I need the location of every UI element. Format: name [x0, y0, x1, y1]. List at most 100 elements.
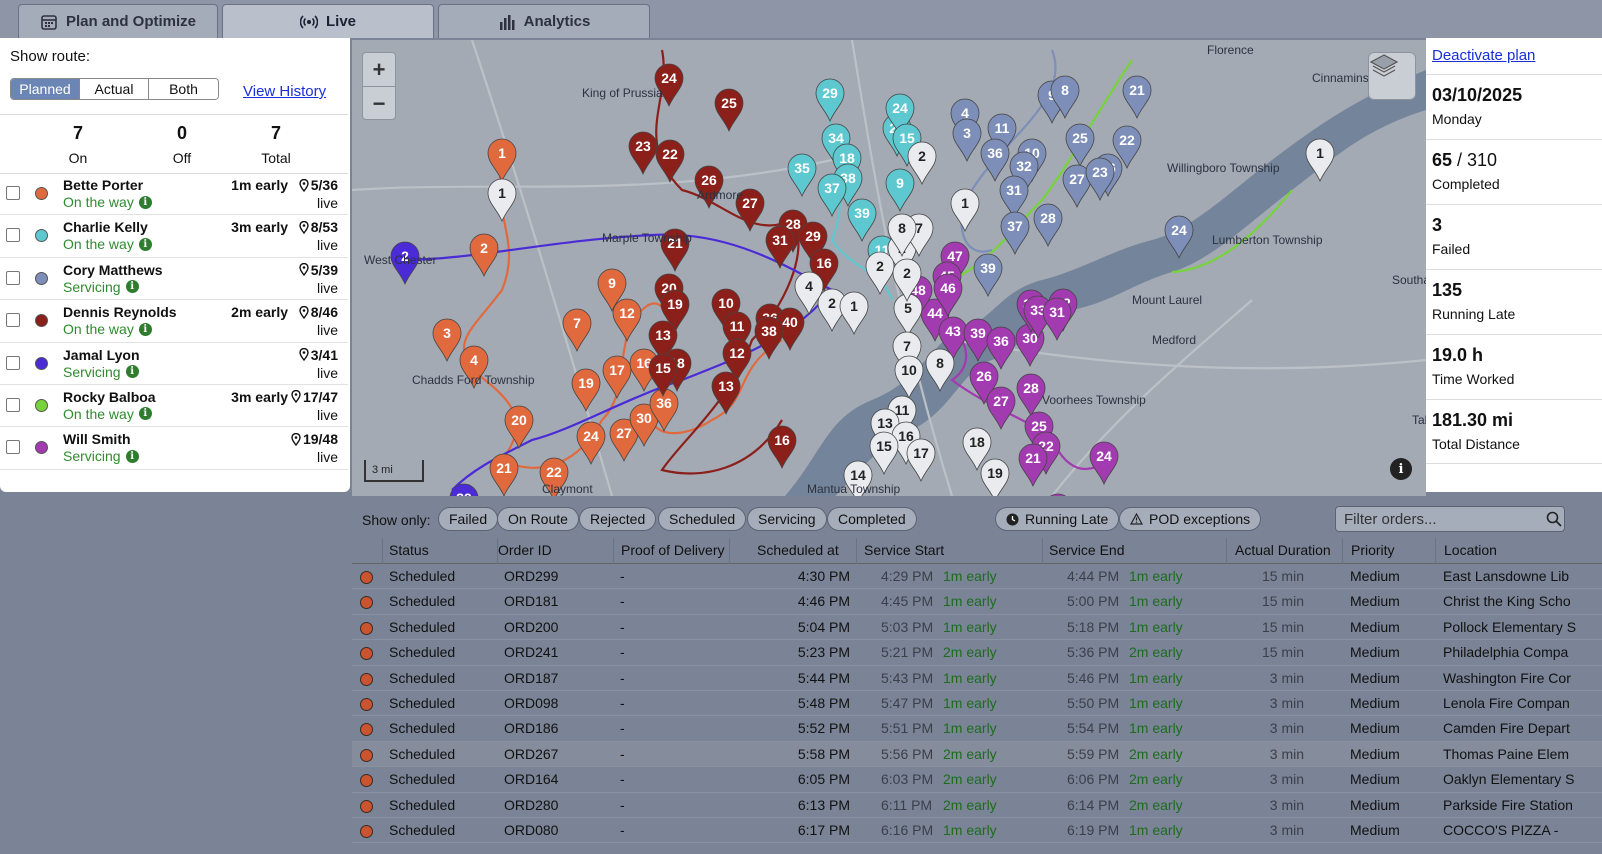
deactivate-plan-link[interactable]: Deactivate plan — [1432, 47, 1535, 64]
column-separator[interactable] — [1342, 538, 1343, 564]
cell-service-end-early: 1m early — [1129, 593, 1183, 610]
table-row[interactable]: Scheduled ORD181 - 4:46 PM 4:45 PM 1m early 5:… — [352, 589, 1602, 615]
driver-checkbox[interactable] — [6, 313, 20, 328]
driver-checkbox[interactable] — [6, 440, 20, 455]
table-row[interactable]: Scheduled ORD267 - 5:58 PM 5:56 PM 2m early 5:… — [352, 741, 1602, 768]
stop-number: 1 — [498, 185, 506, 201]
driver-row[interactable]: Rocky Balboa On the way i 3m early 17/47 live — [0, 385, 348, 428]
table-row[interactable]: Scheduled ORD241 - 5:23 PM 5:21 PM 2m early 5:… — [352, 640, 1602, 666]
driver-row[interactable]: Cory Matthews Servicing i 5/39 live — [0, 258, 348, 301]
cell-service-start-early: 1m early — [943, 821, 997, 838]
column-separator[interactable] — [613, 538, 614, 564]
table-row[interactable]: Scheduled ORD186 - 5:52 PM 5:51 PM 1m early 5:… — [352, 716, 1602, 742]
cell-service-end: 6:14 PM — [1067, 796, 1120, 813]
column-header[interactable]: Status — [389, 542, 429, 558]
driver-checkbox[interactable] — [6, 270, 20, 285]
info-icon[interactable]: i — [125, 365, 139, 379]
driver-stops-count: 8/46 — [310, 304, 338, 321]
driver-checkbox[interactable] — [6, 355, 20, 370]
tab-plan-and-optimize[interactable]: Plan and Optimize — [18, 4, 218, 38]
info-icon[interactable]: i — [125, 449, 139, 463]
route-option-both[interactable]: Both — [149, 79, 218, 99]
column-separator[interactable] — [856, 538, 857, 564]
column-header[interactable]: Order ID — [498, 542, 552, 558]
column-separator[interactable] — [1226, 538, 1227, 564]
table-row[interactable]: Scheduled ORD098 - 5:48 PM 5:47 PM 1m early 5:… — [352, 691, 1602, 717]
table-row[interactable]: Scheduled ORD164 - 6:05 PM 6:03 PM 2m early 6:… — [352, 767, 1602, 793]
cell-service-end-early: 1m early — [1129, 618, 1183, 635]
view-history-link[interactable]: View History — [243, 83, 326, 100]
cell-location: East Lansdowne Lib — [1443, 568, 1570, 584]
status-dot — [360, 799, 373, 813]
table-row[interactable]: Scheduled ORD280 - 6:13 PM 6:11 PM 2m early 6:… — [352, 793, 1602, 818]
route-option-planned[interactable]: Planned — [11, 79, 80, 99]
cell-proof-of-delivery: - — [620, 618, 625, 635]
table-row[interactable]: Scheduled ORD299 - 4:30 PM 4:29 PM 1m early 4:… — [352, 564, 1602, 590]
driver-row[interactable]: Charlie Kelly On the way i 3m early 8/53 live — [0, 215, 348, 258]
cell-service-end-early: 1m early — [1129, 669, 1183, 686]
filter-chip-completed[interactable]: Completed — [827, 507, 917, 531]
column-header[interactable]: Proof of Delivery — [621, 542, 724, 558]
cell-service-end-early: 2m early — [1129, 745, 1183, 762]
driver-color-dot — [35, 229, 48, 243]
filter-chip-on-route[interactable]: On Route — [497, 507, 579, 531]
table-row[interactable]: Scheduled ORD080 - 6:17 PM 6:16 PM 1m early 6:… — [352, 818, 1602, 844]
route-option-actual[interactable]: Actual — [80, 79, 149, 99]
cell-proof-of-delivery: - — [620, 821, 625, 838]
info-icon[interactable]: i — [125, 280, 139, 294]
filter-chip-pod-exceptions[interactable]: POD exceptions — [1119, 507, 1262, 531]
filter-chip-scheduled[interactable]: Scheduled — [658, 507, 747, 531]
stop-number: 13 — [718, 378, 734, 394]
driver-state-text: Servicing — [63, 448, 121, 465]
driver-checkbox[interactable] — [6, 186, 20, 200]
cell-service-end: 5:54 PM — [1067, 720, 1120, 737]
column-separator[interactable] — [1042, 538, 1043, 564]
driver-checkbox[interactable] — [6, 397, 20, 412]
cell-actual-duration: 15 min — [1261, 568, 1304, 584]
cell-service-start: 5:43 PM — [881, 669, 934, 686]
stop-number: 2 — [480, 240, 488, 256]
column-separator[interactable] — [729, 538, 730, 564]
search-icon[interactable] — [1546, 511, 1562, 527]
route-map[interactable]: 1 2 3 4 7 9 12 19 20 21 22 24 27 30 36 17 16 29 34 18 38 37 35… — [352, 40, 1426, 496]
info-icon[interactable]: i — [138, 195, 152, 209]
driver-row[interactable]: Will Smith Servicing i 19/48 live — [0, 427, 348, 470]
column-header[interactable]: Priority — [1351, 542, 1395, 558]
table-row[interactable]: Scheduled ORD200 - 5:04 PM 5:03 PM 1m early 5:… — [352, 615, 1602, 641]
driver-row[interactable]: Bette Porter On the way i 1m early 5/36 live — [0, 173, 348, 216]
filter-chip-running-late[interactable]: Running Late — [995, 507, 1120, 531]
map-info-icon[interactable]: i — [1390, 458, 1412, 480]
tab-live[interactable]: Live — [222, 4, 434, 38]
stop-number: 16 — [816, 255, 832, 271]
column-header[interactable]: Actual Duration — [1235, 542, 1331, 558]
driver-row[interactable]: Jamal Lyon Servicing i 3/41 live — [0, 343, 348, 385]
filter-orders-input[interactable] — [1335, 506, 1565, 532]
zoom-in-button[interactable]: + — [363, 53, 395, 87]
map-canvas[interactable]: 12347912192021 2224 27303617 16293418383735… — [352, 40, 1426, 496]
cell-service-end: 4:44 PM — [1067, 568, 1120, 584]
stat-weekday: Monday — [1432, 111, 1482, 127]
cell-location: Philadelphia Compa — [1443, 644, 1569, 661]
column-header[interactable]: Location — [1444, 542, 1497, 558]
driver-checkbox[interactable] — [6, 228, 20, 243]
column-separator[interactable] — [382, 538, 383, 564]
layers-icon — [1369, 54, 1399, 77]
info-icon[interactable]: i — [138, 322, 152, 336]
filter-chip-servicing[interactable]: Servicing — [747, 507, 827, 531]
filter-chip-rejected[interactable]: Rejected — [579, 507, 657, 531]
column-header[interactable]: Scheduled at — [757, 542, 839, 558]
driver-color-dot — [35, 441, 48, 455]
cell-service-start: 5:51 PM — [881, 720, 934, 737]
driver-row[interactable]: Dennis Reynolds On the way i 2m early 8/46 li… — [0, 300, 348, 343]
tab-analytics[interactable]: Analytics — [438, 4, 650, 38]
info-icon[interactable]: i — [138, 407, 152, 421]
info-icon[interactable]: i — [138, 237, 152, 251]
column-header[interactable]: Service End — [1049, 542, 1124, 558]
column-header[interactable]: Service Start — [864, 542, 944, 558]
table-row[interactable]: Scheduled ORD187 - 5:44 PM 5:43 PM 1m early 5:… — [352, 666, 1602, 691]
layers-button[interactable] — [1368, 52, 1416, 100]
count-value: 7 — [270, 123, 281, 143]
zoom-out-button[interactable]: − — [363, 87, 395, 121]
filter-chip-failed[interactable]: Failed — [438, 507, 499, 531]
column-separator[interactable] — [1435, 538, 1436, 564]
